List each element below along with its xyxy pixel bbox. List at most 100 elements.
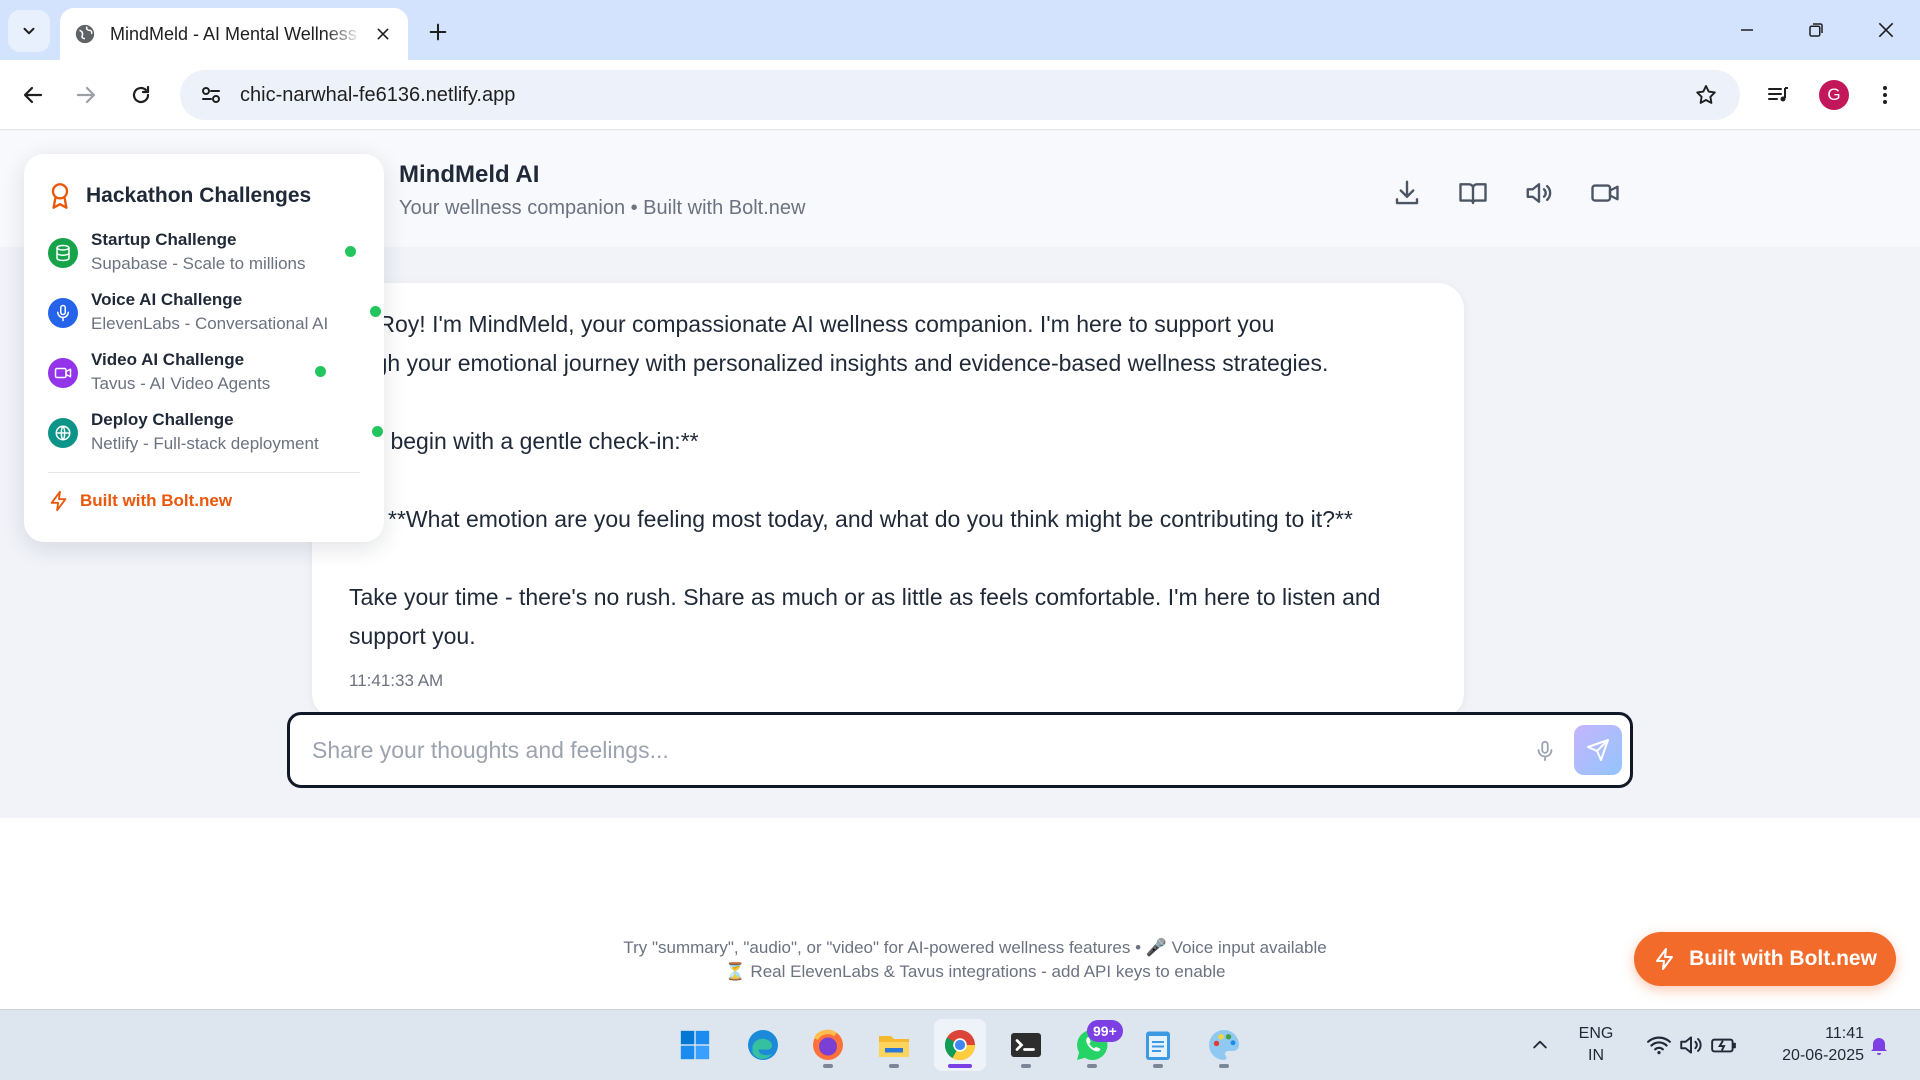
wifi-icon — [1647, 1036, 1671, 1054]
challenge-item-startup[interactable]: Startup Challenge Supabase - Scale to mi… — [48, 228, 368, 278]
restore-icon — [1809, 23, 1823, 37]
close-window-button[interactable] — [1863, 10, 1909, 50]
show-hidden-icons-button[interactable] — [1522, 1009, 1558, 1080]
message-timestamp: 11:41:33 AM — [349, 671, 444, 690]
taskbar-clock[interactable]: 11:41 20-06-2025 — [1754, 1009, 1864, 1080]
voice-input-button[interactable] — [1527, 733, 1563, 769]
notifications-button[interactable] — [1864, 1009, 1894, 1080]
language-code: ENG — [1578, 1024, 1614, 1042]
chevron-down-icon — [23, 27, 35, 35]
app-subtitle: Your wellness companion • Built with Bol… — [399, 197, 806, 219]
built-with-bolt-link[interactable]: Built with Bolt.new — [48, 490, 232, 512]
bell-icon — [1871, 1037, 1887, 1055]
restore-button[interactable] — [1793, 10, 1839, 50]
taskbar-terminal[interactable] — [1000, 1019, 1052, 1071]
challenge-item-voice[interactable]: Voice AI Challenge ElevenLabs - Conversa… — [48, 288, 381, 338]
message-line: ough your emotional journey with persona… — [349, 350, 1329, 376]
challenge-item-deploy[interactable]: Deploy Challenge Netlify - Full-stack de… — [48, 408, 383, 458]
audio-button[interactable] — [1517, 171, 1561, 215]
star-icon — [1696, 85, 1716, 104]
back-button[interactable] — [12, 74, 54, 116]
message-line: llo Roy! I'm MindMeld, your compassionat… — [349, 311, 1275, 337]
challenge-item-video[interactable]: Video AI Challenge Tavus - AI Video Agen… — [48, 348, 368, 398]
running-indicator — [1219, 1064, 1229, 1068]
challenge-desc: Supabase - Scale to millions — [91, 254, 306, 273]
send-icon — [1587, 739, 1609, 761]
speaker-icon — [1526, 183, 1552, 203]
status-dot — [372, 426, 383, 437]
assistant-message: llo Roy! I'm MindMeld, your compassionat… — [312, 283, 1464, 719]
close-icon — [1878, 22, 1894, 38]
media-controls-button[interactable] — [1757, 74, 1799, 116]
quick-settings-button[interactable] — [1636, 1009, 1748, 1080]
start-button[interactable] — [669, 1019, 721, 1071]
video-button[interactable] — [1583, 171, 1627, 215]
download-button[interactable] — [1385, 171, 1429, 215]
globe-favicon-icon — [75, 24, 95, 44]
challenge-name: Deploy Challenge — [91, 410, 234, 429]
profile-avatar[interactable]: G — [1819, 80, 1849, 110]
challenge-name: Startup Challenge — [91, 230, 237, 249]
plus-icon — [429, 23, 447, 41]
volume-icon — [1680, 1035, 1702, 1054]
challenge-desc: ElevenLabs - Conversational AI — [91, 314, 329, 333]
hint-text: Try "summary", "audio", or "video" for A… — [623, 938, 1327, 957]
input-language-indicator[interactable]: ENG IN — [1570, 1009, 1622, 1080]
new-tab-button[interactable] — [420, 14, 456, 50]
message-input[interactable] — [312, 731, 1492, 769]
browser-toolbar: chic-narwhal-fe6136.netlify.app — [0, 60, 1920, 130]
hint-text: ⏳ Real ElevenLabs & Tavus integrations -… — [724, 962, 1226, 981]
book-icon — [1459, 183, 1487, 205]
database-icon — [48, 238, 78, 268]
video-icon — [48, 358, 78, 388]
challenge-desc: Netlify - Full-stack deployment — [91, 434, 319, 453]
firefox-icon — [813, 1029, 843, 1060]
reload-button[interactable] — [120, 74, 162, 116]
globe-icon — [48, 418, 78, 448]
browser-menu-button[interactable] — [1864, 74, 1906, 116]
message-line: support you. — [349, 623, 476, 649]
message-line: et's begin with a gentle check-in:** — [349, 428, 699, 454]
battery-charging-icon — [1711, 1038, 1736, 1052]
browser-tabstrip: MindMeld - AI Mental Wellness — [0, 0, 1920, 60]
tab-title: MindMeld - AI Mental Wellness — [110, 23, 357, 44]
panel-header: Hackathon Challenges — [46, 182, 311, 210]
panel-title: Hackathon Challenges — [86, 184, 312, 207]
url-text[interactable]: chic-narwhal-fe6136.netlify.app — [240, 84, 1684, 107]
microphone-icon — [48, 298, 78, 328]
file-explorer-icon — [879, 1036, 909, 1057]
tab-close-button[interactable] — [370, 21, 396, 47]
lightning-icon — [1656, 948, 1674, 970]
notepad-icon — [1146, 1031, 1170, 1060]
running-indicator — [1087, 1064, 1097, 1068]
taskbar-paint[interactable] — [1198, 1019, 1250, 1071]
built-with-bolt-button[interactable]: Built with Bolt.new — [1634, 932, 1896, 986]
taskbar-file-explorer[interactable] — [868, 1019, 920, 1071]
running-indicator — [1021, 1064, 1031, 1068]
notification-badge: 99+ — [1087, 1020, 1123, 1042]
address-bar[interactable]: chic-narwhal-fe6136.netlify.app — [180, 70, 1740, 120]
taskbar-firefox[interactable] — [802, 1019, 854, 1071]
minimize-button[interactable] — [1724, 10, 1770, 50]
taskbar-chrome[interactable] — [934, 1019, 986, 1071]
browser-tab-active[interactable]: MindMeld - AI Mental Wellness — [60, 8, 408, 60]
chat-composer — [287, 712, 1633, 788]
running-indicator — [1153, 1064, 1163, 1068]
running-indicator — [823, 1064, 833, 1068]
reload-icon — [132, 85, 150, 104]
taskbar-edge[interactable] — [737, 1019, 789, 1071]
clock-time: 11:41 — [1825, 1024, 1864, 1042]
lightning-icon — [50, 490, 67, 512]
journal-button[interactable] — [1451, 171, 1495, 215]
send-button[interactable] — [1574, 725, 1622, 775]
taskbar-notepad[interactable] — [1132, 1019, 1184, 1071]
bookmark-star-button[interactable] — [1684, 73, 1728, 117]
arrow-right-icon — [76, 86, 96, 104]
site-info-button[interactable] — [186, 70, 236, 120]
video-camera-icon — [1591, 184, 1619, 202]
status-dot — [315, 366, 326, 377]
tab-search-button[interactable] — [8, 10, 50, 52]
chevron-up-icon — [1533, 1040, 1547, 1048]
forward-button[interactable] — [65, 74, 107, 116]
status-dot — [370, 306, 381, 317]
